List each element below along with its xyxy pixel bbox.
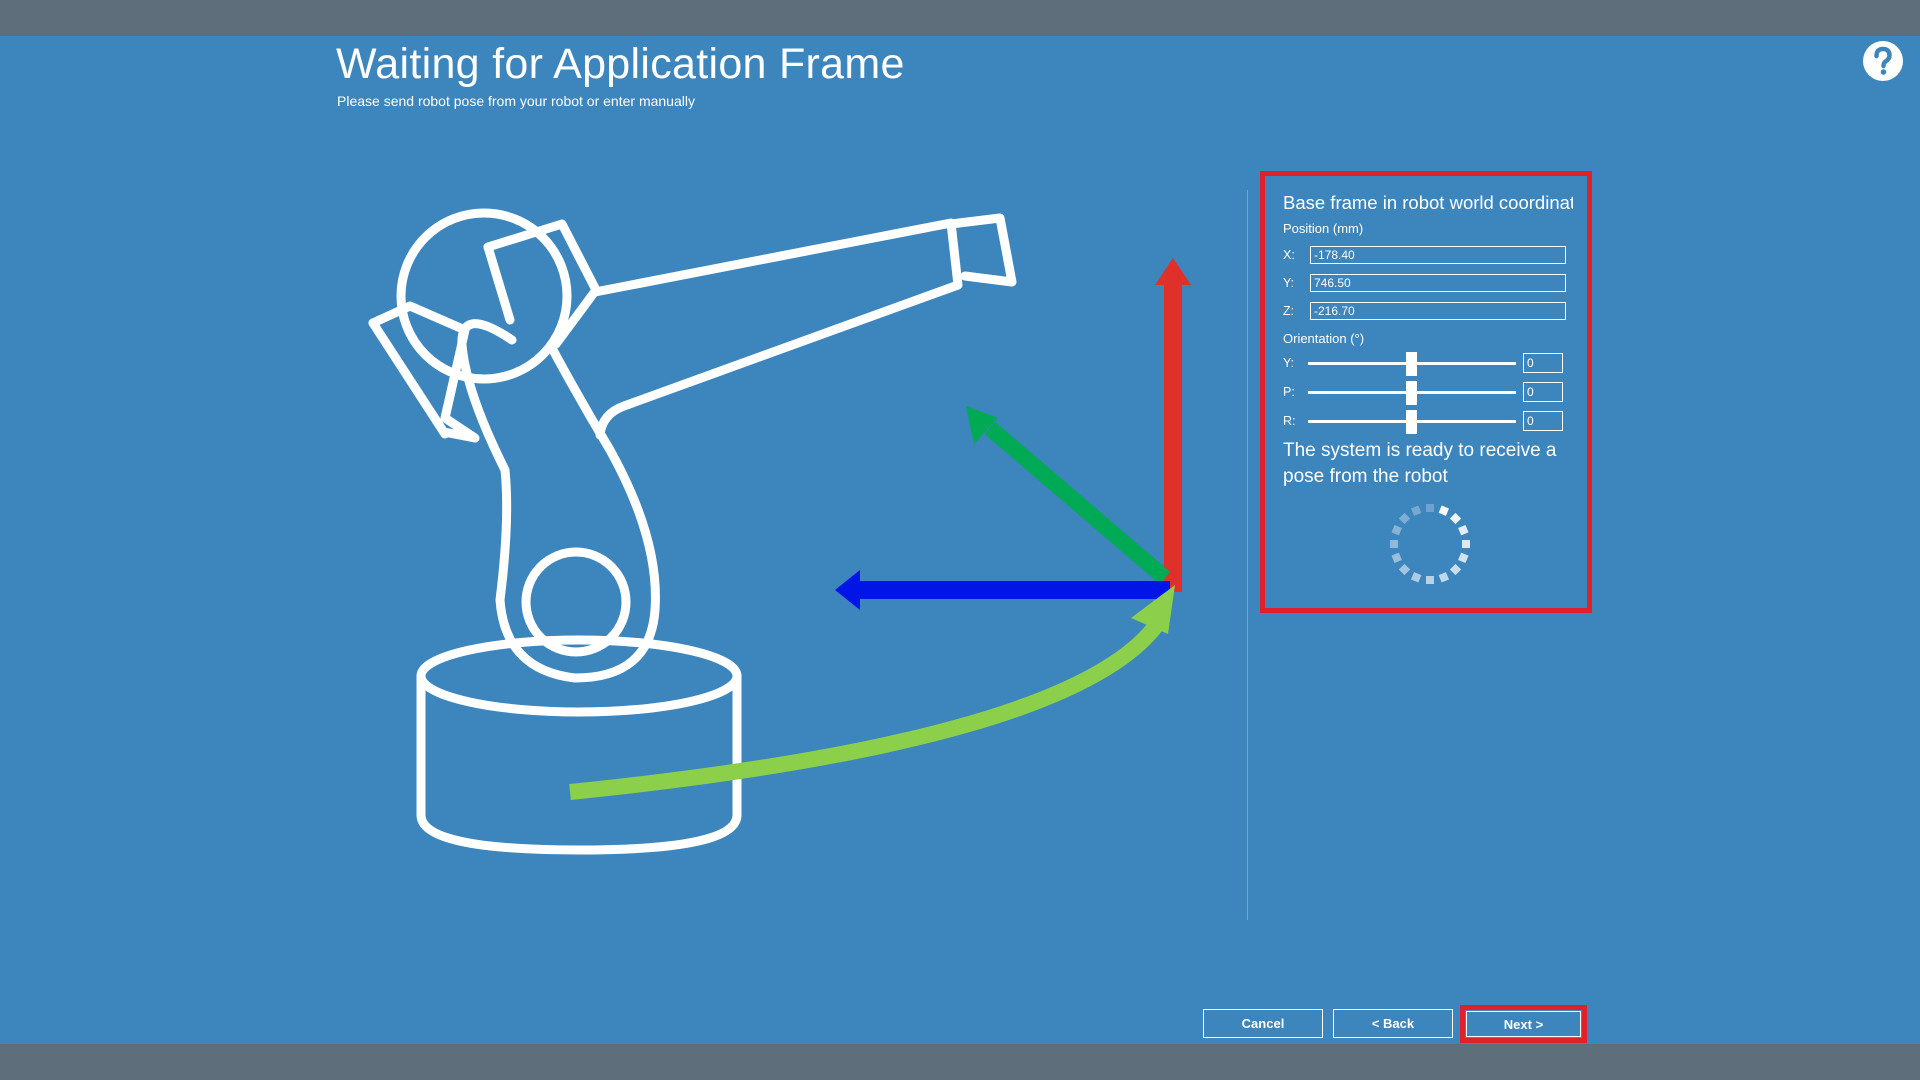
spinner-dot	[1449, 563, 1462, 576]
yaw-field[interactable]	[1523, 353, 1563, 373]
orientation-label: Orientation (°)	[1283, 331, 1365, 346]
robot-illustration	[368, 208, 1191, 855]
y-position-field[interactable]	[1310, 274, 1566, 292]
robot-arm-icon	[368, 208, 1017, 855]
spinner-dot	[1449, 512, 1462, 525]
yaw-label: Y:	[1283, 356, 1295, 370]
spinner-dot	[1426, 576, 1434, 584]
next-button-highlight: Next >	[1460, 1005, 1587, 1043]
pitch-field[interactable]	[1523, 382, 1563, 402]
spinner-dot	[1410, 572, 1422, 583]
transform-arrow	[569, 615, 1167, 800]
pitch-slider-thumb[interactable]	[1406, 381, 1417, 405]
help-icon[interactable]	[1862, 40, 1904, 82]
spinner-dot	[1458, 552, 1469, 564]
roll-label: R:	[1283, 414, 1296, 428]
spinner-dot	[1438, 572, 1450, 583]
page-title: Waiting for Application Frame	[336, 40, 905, 88]
cancel-button[interactable]: Cancel	[1203, 1009, 1323, 1038]
next-button[interactable]: Next >	[1466, 1011, 1581, 1037]
spinner-dot	[1410, 505, 1422, 516]
yaw-slider-thumb[interactable]	[1406, 352, 1417, 376]
spinner-dot	[1391, 552, 1402, 564]
panel-title: Base frame in robot world coordinates	[1283, 192, 1573, 213]
spinner-dot	[1426, 504, 1434, 512]
page-subtitle: Please send robot pose from your robot o…	[337, 93, 695, 109]
back-button[interactable]: < Back	[1333, 1009, 1453, 1038]
spinner-dot	[1398, 512, 1411, 525]
status-message: The system is ready to receive a pose fr…	[1283, 440, 1557, 487]
pitch-label: P:	[1283, 385, 1295, 399]
y-label: Y:	[1283, 276, 1295, 290]
z-position-field[interactable]	[1310, 302, 1566, 320]
bottom-bar	[0, 1044, 1920, 1080]
x-position-field[interactable]	[1310, 246, 1566, 264]
spinner-dot	[1458, 524, 1469, 536]
y-axis-arrow	[984, 421, 1171, 585]
top-bar	[0, 0, 1920, 36]
z-label: Z:	[1283, 304, 1295, 318]
panel-divider	[1247, 190, 1248, 920]
loading-spinner-icon	[1390, 504, 1470, 584]
spinner-dot	[1390, 540, 1398, 548]
coordinate-arrows	[569, 258, 1191, 800]
position-label: Position (mm)	[1283, 221, 1364, 236]
spinner-dot	[1438, 505, 1450, 516]
roll-slider-thumb[interactable]	[1406, 410, 1417, 434]
spinner-dot	[1398, 563, 1411, 576]
base-frame-panel: Base frame in robot world coordinates Po…	[1260, 171, 1592, 613]
x-label: X:	[1283, 248, 1295, 262]
spinner-dot	[1391, 524, 1402, 536]
roll-field[interactable]	[1523, 411, 1563, 431]
spinner-dot	[1462, 540, 1470, 548]
